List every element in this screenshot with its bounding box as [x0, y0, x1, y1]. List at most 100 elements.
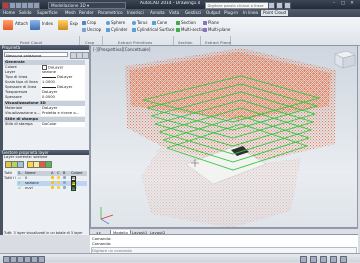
help-icon[interactable] [284, 1, 291, 9]
tab-plugin[interactable]: Plug-in [224, 10, 238, 16]
section-3d-visualization[interactable]: Visualizzazione 3D [4, 100, 85, 106]
multi-plane-button[interactable]: Multi-plane [203, 27, 230, 32]
property-value[interactable]: Proietta e riceve o... [41, 111, 85, 116]
viewcube[interactable] [334, 50, 356, 69]
export-label[interactable]: Export [70, 21, 78, 26]
application-menu-button[interactable] [2, 1, 9, 9]
user-icon[interactable] [276, 1, 283, 9]
property-row-transparency[interactable]: Trasparenza DaLayer [4, 90, 85, 95]
workspace-switch-icon[interactable] [320, 255, 327, 263]
property-row-layer[interactable]: Layer sezione [4, 70, 85, 75]
section-button[interactable]: Section [176, 20, 196, 25]
status-icon: ▱ [18, 186, 21, 190]
property-row-lineweight[interactable]: Spessore di linea DaLayer [4, 85, 85, 90]
lock-ui-icon[interactable] [330, 255, 337, 263]
search-icon[interactable] [268, 1, 275, 9]
index-button[interactable]: Index [42, 21, 53, 26]
property-row-thickness[interactable]: Spessore 0.0000 [4, 95, 85, 100]
property-row-shadow-display[interactable]: Visualizzazione o... Proietta e riceve o.… [4, 111, 85, 116]
property-value[interactable]: sezione [41, 70, 85, 75]
redo-icon[interactable] [33, 1, 40, 9]
property-value[interactable]: DaLayer [41, 90, 85, 95]
attach-button[interactable]: Attach [15, 21, 28, 26]
property-label: Tipo di linea [5, 75, 28, 79]
layer-states-icon[interactable] [17, 161, 24, 168]
property-value[interactable]: 1.0000 [41, 80, 85, 85]
multi-plane-label: Multi-plane [208, 27, 231, 32]
set-current-icon[interactable] [45, 161, 52, 168]
palette-strip[interactable] [0, 155, 3, 235]
property-value-text: DaLayer [57, 75, 73, 79]
tab-vista[interactable]: Vista [169, 10, 179, 16]
tab-gestisci[interactable]: Gestisci [185, 10, 201, 16]
close-button[interactable]: ✕ [348, 1, 356, 7]
property-value[interactable]: DaLayer [41, 106, 85, 111]
search-input[interactable]: Digitare parola chiave o frase [205, 1, 270, 9]
property-label: Materiale [5, 106, 23, 110]
layer-status-text: Tutti: 3 layer visualizzati in un totale… [4, 231, 83, 235]
crop-button[interactable]: Crop [82, 20, 96, 25]
ortho-icon[interactable] [17, 255, 24, 263]
property-label: Spessore [5, 95, 22, 99]
minimize-button[interactable]: – [330, 1, 338, 7]
layer-name[interactable]: nuvl [25, 186, 33, 191]
property-row-material[interactable]: Materiale DaLayer [4, 106, 85, 111]
export-icon[interactable] [58, 20, 68, 30]
property-row-plot-style[interactable]: Stile di stampa DaColor [4, 122, 85, 127]
ucs-icon [100, 207, 114, 225]
property-row-linetype-scale[interactable]: Scala tipo di linea 1.0000 [4, 80, 85, 85]
drawing-viewport[interactable]: [-][Prospettiva][Concettuale] [90, 45, 358, 228]
property-value[interactable]: DaLayer [41, 75, 85, 80]
cone-label: Cone [157, 20, 168, 25]
properties-header[interactable]: Proprietà [0, 45, 89, 50]
otrack-icon[interactable] [38, 255, 45, 263]
tab-home[interactable]: Home [3, 10, 15, 16]
layer-row[interactable]: ▱ nuvl ver [17, 186, 87, 191]
selection-dropdown[interactable]: Nessuna selezione [4, 52, 68, 58]
tab-output[interactable]: Output [206, 10, 220, 16]
uncrop-button[interactable]: Uncrop [82, 27, 101, 32]
property-value[interactable]: DaLayer [41, 85, 85, 90]
torus-label: Torus [137, 20, 148, 25]
attach-icon[interactable] [3, 20, 13, 30]
tab-solido[interactable]: Solido [19, 10, 31, 16]
osnap-icon[interactable] [31, 255, 38, 263]
snap-icon[interactable] [3, 255, 10, 263]
tab-inserisci[interactable]: Inserisci [127, 10, 144, 16]
section-plot-style[interactable]: Stile di stampa [4, 116, 85, 122]
cylindrical-surface-button[interactable]: Cylindrical Surface [132, 27, 174, 32]
tab-mesh[interactable]: Mesh [65, 10, 76, 16]
property-row-linetype[interactable]: Tipo di linea DaLayer [4, 75, 85, 80]
grid-icon[interactable] [10, 255, 17, 263]
model-space-icon[interactable] [300, 255, 307, 263]
palette-strip[interactable] [0, 50, 3, 150]
polar-icon[interactable] [24, 255, 31, 263]
cone-icon [152, 21, 156, 25]
property-value[interactable]: DaColor [41, 122, 85, 127]
index-icon[interactable] [30, 20, 40, 30]
cylinder-button[interactable]: Cylinder [106, 27, 128, 32]
property-value-text: DaLayer [57, 85, 73, 89]
plane-label: Plane [208, 20, 219, 25]
tab-point-cloud[interactable]: Point Cloud [261, 10, 289, 16]
pickadd-icon[interactable] [82, 52, 89, 59]
sphere-button[interactable]: Sphere [106, 20, 125, 25]
filter-tree-used[interactable]: Tutti i layer usati [4, 176, 16, 181]
viewport-controls-label[interactable]: [-][Prospettiva][Concettuale] [93, 47, 150, 52]
tab-parametrico[interactable]: Parametrico [98, 10, 123, 16]
plane-button[interactable]: Plane [203, 20, 219, 25]
point-cloud-canvas[interactable] [91, 46, 358, 228]
tab-superficie[interactable]: Superficie [37, 10, 57, 16]
property-row-color[interactable]: Colore DaLayer [4, 65, 85, 70]
tab-annota[interactable]: Annota [150, 10, 165, 16]
section-general[interactable]: Generale [4, 59, 85, 65]
workspace-dropdown[interactable]: Modellazione 3D ▾ [48, 1, 126, 9]
torus-button[interactable]: Torus [132, 20, 147, 25]
annotation-scale-icon[interactable] [310, 255, 317, 263]
property-value[interactable]: 0.0000 [41, 95, 85, 100]
tab-in-linea[interactable]: In linea [243, 10, 258, 16]
maximize-button[interactable]: □ [339, 1, 347, 7]
tab-render[interactable]: Render [79, 10, 94, 16]
cone-button[interactable]: Cone [152, 20, 167, 25]
clean-screen-icon[interactable] [340, 255, 347, 263]
